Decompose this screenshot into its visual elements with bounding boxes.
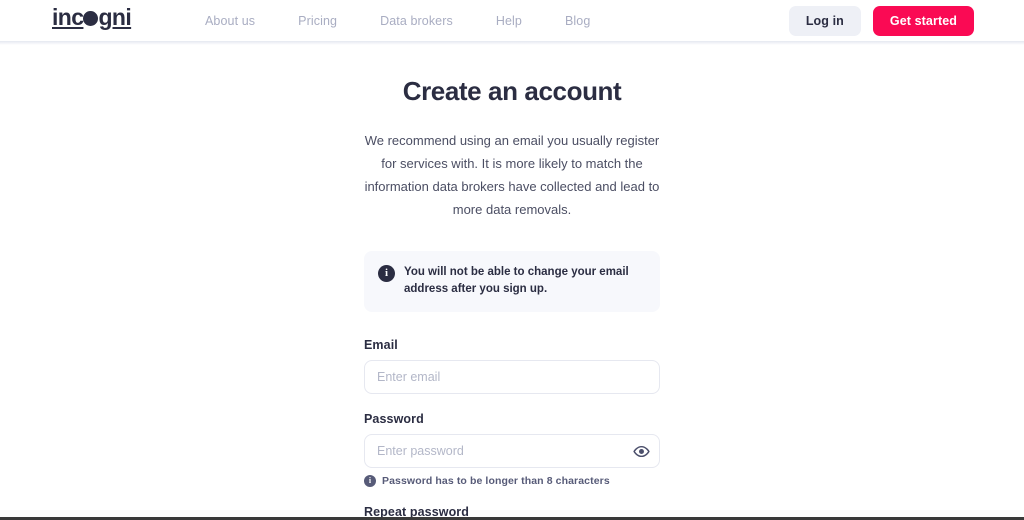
- brand-logo-text-pre: inc: [52, 4, 84, 30]
- page-title: Create an account: [402, 76, 622, 106]
- email-change-notice: i You will not be able to change your em…: [364, 251, 660, 313]
- nav-item-pricing[interactable]: Pricing: [298, 14, 337, 28]
- nav-item-blog[interactable]: Blog: [565, 14, 590, 28]
- signup-form: Create an account We recommend using an …: [364, 41, 660, 520]
- nav-item-data-brokers[interactable]: Data brokers: [380, 14, 453, 28]
- nav-item-about-us[interactable]: About us: [205, 14, 255, 28]
- main-content: Create an account We recommend using an …: [0, 41, 1024, 520]
- site-header: inc gni About us Pricing Data brokers Hel…: [0, 0, 1024, 45]
- password-hint: i Password has to be longer than 8 chara…: [364, 475, 660, 488]
- password-label: Password: [364, 412, 424, 427]
- password-hint-text: Password has to be longer than 8 charact…: [382, 475, 610, 488]
- brand-logo-text-post: gni: [98, 4, 132, 30]
- email-input-shell: [364, 360, 660, 395]
- nav-item-help[interactable]: Help: [496, 14, 522, 28]
- notice-text: You will not be able to change your emai…: [404, 266, 629, 296]
- eye-icon[interactable]: [632, 442, 650, 460]
- password-input-shell: [364, 434, 660, 469]
- email-input[interactable]: [364, 360, 660, 395]
- brand-logo[interactable]: inc gni: [52, 4, 132, 30]
- password-field-group: Password i Password has to be longer tha…: [364, 412, 660, 488]
- page-root: inc gni About us Pricing Data brokers Hel…: [0, 0, 1024, 520]
- brand-logo-dot-icon: [83, 11, 99, 26]
- login-button[interactable]: Log in: [788, 5, 861, 36]
- page-intro-text: We recommend using an email you usually …: [364, 133, 660, 218]
- password-input[interactable]: [364, 434, 660, 469]
- get-started-button[interactable]: Get started: [872, 5, 974, 36]
- main-navigation: About us Pricing Data brokers Help Blog: [205, 0, 590, 41]
- email-label: Email: [364, 338, 398, 353]
- info-circle-icon: i: [378, 265, 395, 283]
- email-field-group: Email: [364, 338, 660, 395]
- info-circle-icon: i: [364, 475, 376, 488]
- header-actions: Log in Get started: [788, 0, 974, 41]
